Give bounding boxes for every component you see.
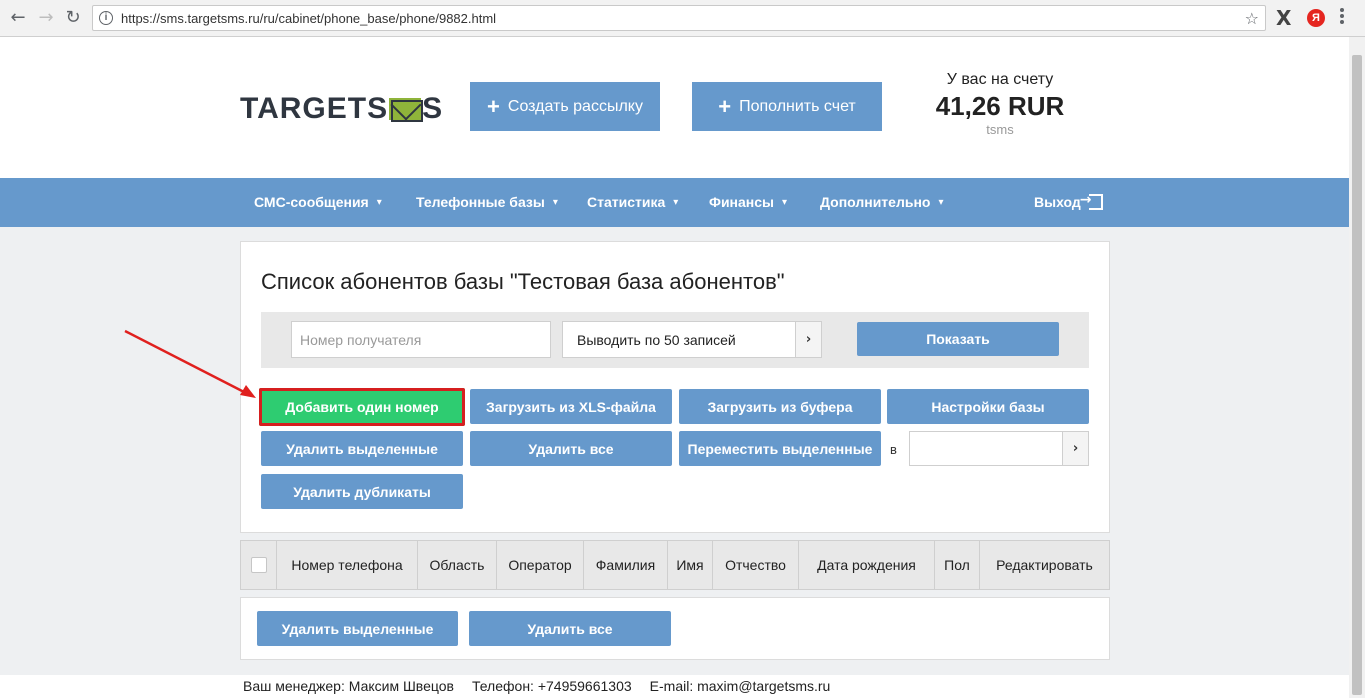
upload-buffer-label: Загрузить из буфера — [707, 398, 853, 415]
topup-label: Пополнить счет — [739, 97, 856, 115]
upload-xls-label: Загрузить из XLS-файла — [486, 398, 656, 415]
menu-item-label: Дополнительно — [820, 194, 931, 210]
chevron-down-icon: ▾ — [673, 196, 679, 208]
targetsms-logo[interactable]: TARGETS S — [240, 92, 443, 126]
extension-x-icon[interactable]: X — [1276, 6, 1291, 30]
add-one-number-button[interactable]: Добавить один номер — [259, 388, 465, 426]
bottom-delete-all-button[interactable]: Удалить все — [469, 611, 671, 646]
chevron-down-icon: ▾ — [938, 196, 944, 208]
menu-item-label: Финансы — [709, 194, 774, 210]
select-all-cell — [241, 541, 277, 589]
logo-text-left: TARGETS — [240, 92, 389, 125]
menu-item-label: Статистика — [587, 194, 666, 210]
delete-selected-button[interactable]: Удалить выделенные — [261, 431, 463, 466]
menu-item-finance[interactable]: Финансы ▾ — [709, 194, 787, 210]
select-all-checkbox[interactable] — [250, 557, 267, 573]
delete-all-label: Удалить все — [528, 440, 614, 457]
bottom-delete-all-label: Удалить все — [527, 620, 613, 637]
reload-icon[interactable]: ↻ — [63, 8, 83, 28]
column-header-gender[interactable]: Пол — [935, 541, 980, 589]
main-menu: СМС-сообщения ▾ Телефонные базы ▾ Статисти… — [0, 178, 1349, 227]
column-header-patronymic[interactable]: Отчество — [713, 541, 799, 589]
recipient-number-input[interactable]: Номер получателя — [291, 321, 551, 358]
envelope-logo-icon — [389, 98, 424, 122]
exit-label: Выход — [1034, 194, 1081, 210]
exit-icon — [1080, 192, 1103, 210]
chevron-down-icon: ▾ — [552, 196, 558, 208]
menu-item-label: Телефонные базы — [416, 194, 545, 210]
add-one-number-label: Добавить один номер — [285, 399, 439, 415]
move-selected-label: Переместить выделенные — [687, 440, 873, 457]
info-icon[interactable]: i — [99, 11, 113, 25]
yandex-extension-icon[interactable]: Я — [1307, 9, 1325, 27]
scrollbar-thumb[interactable] — [1352, 55, 1362, 695]
footer-contacts: Ваш менеджер: Максим Швецов Телефон: +74… — [243, 678, 830, 694]
browser-toolbar: ← → ↻ i https://sms.targetsms.ru/ru/cabi… — [0, 0, 1365, 37]
page-title: Список абонентов базы "Тестовая база або… — [261, 269, 785, 294]
bottom-delete-selected-label: Удалить выделенные — [281, 620, 434, 637]
column-header-edit[interactable]: Редактировать — [980, 541, 1109, 589]
delete-duplicates-label: Удалить дубликаты — [293, 483, 431, 500]
show-button[interactable]: Показать — [857, 322, 1059, 356]
delete-selected-label: Удалить выделенные — [286, 440, 438, 457]
address-bar[interactable]: i https://sms.targetsms.ru/ru/cabinet/ph… — [92, 5, 1266, 31]
page-scrollbar[interactable] — [1349, 37, 1365, 698]
back-icon[interactable]: ← — [8, 8, 28, 28]
create-mailing-label: Создать рассылку — [507, 97, 643, 115]
manager-name: Ваш менеджер: Максим Швецов — [243, 678, 454, 694]
menu-item-statistics[interactable]: Статистика ▾ — [587, 194, 678, 210]
forward-icon[interactable]: → — [36, 8, 56, 28]
balance-amount: 41,26 RUR — [935, 91, 1065, 121]
plus-icon: + — [718, 93, 732, 119]
menu-item-phone-bases[interactable]: Телефонные базы ▾ — [416, 194, 558, 210]
bottom-delete-selected-button[interactable]: Удалить выделенные — [257, 611, 458, 646]
base-settings-label: Настройки базы — [931, 398, 1045, 415]
url-text: https://sms.targetsms.ru/ru/cabinet/phon… — [121, 11, 497, 26]
target-base-select[interactable]: › — [909, 431, 1089, 466]
topup-button[interactable]: + Пополнить счет — [692, 82, 882, 131]
delete-duplicates-button[interactable]: Удалить дубликаты — [261, 474, 463, 509]
show-label: Показать — [926, 331, 990, 347]
column-header-phone[interactable]: Номер телефона — [277, 541, 418, 589]
manager-email[interactable]: E-mail: maxim@targetsms.ru — [650, 678, 831, 694]
menu-item-label: СМС-сообщения — [254, 194, 369, 210]
logo-text-right: S — [422, 92, 444, 125]
balance-user: tsms — [986, 122, 1014, 137]
per-page-select[interactable]: Выводить по 50 записей › — [562, 321, 822, 358]
chevron-down-icon: ▾ — [782, 196, 788, 208]
menu-item-sms[interactable]: СМС-сообщения ▾ — [254, 194, 382, 210]
delete-all-button[interactable]: Удалить все — [470, 431, 672, 466]
subscribers-table-header: Номер телефона Область Оператор Фамилия … — [240, 540, 1110, 590]
bookmark-star-icon[interactable]: ☆ — [1245, 9, 1259, 28]
column-header-last-name[interactable]: Фамилия — [584, 541, 668, 589]
move-selected-button[interactable]: Переместить выделенные — [679, 431, 881, 466]
chevron-down-icon: ▾ — [376, 196, 382, 208]
per-page-value: Выводить по 50 записей — [577, 331, 736, 348]
balance-label: У вас на счету — [946, 71, 1054, 88]
create-mailing-button[interactable]: + Создать рассылку — [470, 82, 660, 131]
chevron-right-icon: › — [795, 322, 821, 357]
column-header-birth-date[interactable]: Дата рождения — [799, 541, 935, 589]
balance-block: У вас на счету 41,26 RUR tsms — [920, 71, 1080, 137]
upload-buffer-button[interactable]: Загрузить из буфера — [679, 389, 881, 424]
exit-link[interactable]: Выход — [1034, 192, 1103, 210]
column-header-first-name[interactable]: Имя — [668, 541, 713, 589]
column-header-region[interactable]: Область — [418, 541, 497, 589]
manager-phone: Телефон: +74959661303 — [471, 678, 632, 694]
plus-icon: + — [487, 93, 500, 119]
column-header-operator[interactable]: Оператор — [497, 541, 584, 589]
target-base-label: в — [890, 442, 897, 457]
browser-menu-icon[interactable] — [1340, 8, 1344, 26]
chevron-right-icon: › — [1062, 432, 1088, 465]
menu-item-additional[interactable]: Дополнительно ▾ — [820, 194, 944, 210]
base-settings-button[interactable]: Настройки базы — [887, 389, 1089, 424]
recipient-number-placeholder: Номер получателя — [300, 331, 422, 348]
upload-xls-button[interactable]: Загрузить из XLS-файла — [470, 389, 672, 424]
